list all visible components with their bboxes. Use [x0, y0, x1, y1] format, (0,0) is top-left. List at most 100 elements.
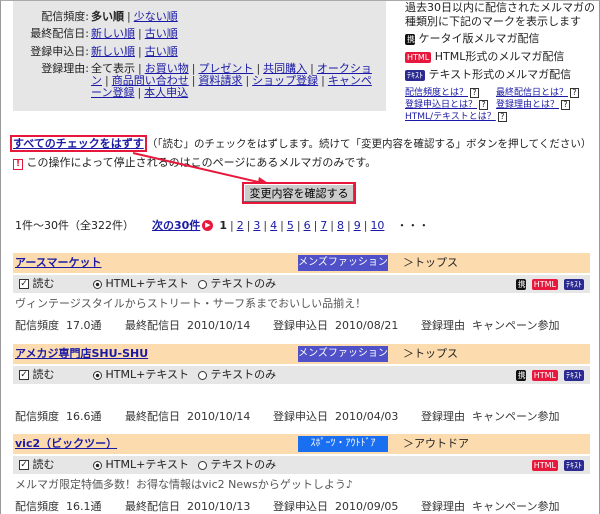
meta-label: 登録理由 — [421, 410, 465, 423]
read-label: 読む — [32, 458, 55, 471]
radio-icon[interactable] — [198, 370, 207, 380]
help-icon[interactable]: ? — [561, 100, 571, 110]
filter-label: 最終配信日: — [30, 27, 89, 40]
mobile-badge-icon: 携 — [515, 369, 526, 381]
meta-label: 登録申込日 — [273, 319, 328, 332]
mobile-badge-icon: 携 — [515, 278, 526, 290]
page-link[interactable]: 6 — [304, 219, 311, 232]
checkbox-checked-icon[interactable]: ✓ — [19, 460, 29, 470]
legend-text: テキスト形式のメルマガ配信 — [428, 68, 572, 81]
radio-selected-icon[interactable] — [93, 460, 102, 470]
category-badge[interactable]: メンズファッション — [298, 346, 388, 362]
mailmag-meta: 配信頻度 17.0通 最終配信日 2010/10/14 登録申込日 2010/0… — [15, 317, 559, 333]
radio-icon[interactable] — [198, 279, 207, 289]
help-icon[interactable]: ? — [479, 100, 489, 110]
mobile-badge-icon: 携 — [405, 33, 415, 45]
more-pages: ・・・ — [396, 219, 430, 232]
help-reason-link[interactable]: 登録理由とは？ — [496, 100, 559, 110]
radio-label: HTML+テキスト — [105, 368, 190, 381]
filter-label: 登録申込日: — [30, 45, 89, 58]
meta-label: 登録申込日 — [273, 500, 328, 513]
mailmag-options: ✓ 読む HTML+テキスト テキストのみ 携 HTML ﾃｷｽﾄ — [13, 275, 590, 293]
mailmag-name-link[interactable]: アースマーケット — [15, 256, 101, 269]
sort-newest-link[interactable]: 新しい順 — [91, 27, 135, 40]
sort-oldest-link[interactable]: 古い順 — [145, 45, 178, 58]
mailmag-meta: 配信頻度 16.6通 最終配信日 2010/10/14 登録申込日 2010/0… — [15, 408, 559, 424]
html-badge-icon: HTML — [531, 459, 558, 471]
sort-oldest-link[interactable]: 古い順 — [145, 27, 178, 40]
radio-text-only[interactable]: テキストのみ — [198, 456, 276, 474]
meta-label: 最終配信日 — [125, 319, 180, 332]
result-range: 1件～30件（全322件） — [15, 219, 134, 232]
current-sort: 多い順 — [91, 10, 124, 23]
uncheck-row: すべてのチェックをはずす （「読む」のチェックをはずします。続けて「変更内容を確認… — [10, 135, 592, 152]
last-date: 2010/10/14 — [187, 319, 251, 332]
category-badge[interactable]: メンズファッション — [298, 255, 388, 271]
last-date: 2010/10/14 — [187, 410, 251, 423]
text-badge-icon: ﾃｷｽﾄ — [564, 459, 584, 471]
mailmag-options: ✓ 読む HTML+テキスト テキストのみ 携 HTML ﾃｷｽﾄ — [13, 366, 590, 384]
sort-newest-link[interactable]: 新しい順 — [91, 45, 135, 58]
reason-filter-link[interactable]: 本人申込 — [144, 86, 188, 99]
category-badge[interactable]: ｽﾎﾟｰﾂ・ｱｳﾄﾄﾞｱ — [298, 436, 388, 452]
uncheck-desc: （「読む」のチェックをはずします。続けて「変更内容を確認する」ボタンを押してくだ… — [146, 138, 592, 150]
radio-icon[interactable] — [198, 460, 207, 470]
next-arrow-icon[interactable]: ▶ — [202, 219, 214, 231]
filter-reg: 登録申込日: 新しい順 | 古い順 — [13, 44, 369, 59]
mailmag-header: アメカジ専門店SHU-SHU メンズファッション ＞トップス — [13, 344, 590, 364]
reg-date: 2010/09/05 — [335, 500, 399, 513]
html-badge-icon: HTML — [405, 51, 432, 63]
sort-fewer-link[interactable]: 少ない順 — [134, 10, 178, 23]
filter-last: 最終配信日: 新しい順 | 古い順 — [13, 26, 369, 41]
radio-label: テキストのみ — [210, 458, 277, 471]
subcategory: ＞トップス — [403, 347, 458, 360]
mailmag-header: vic2（ビックツー） ｽﾎﾟｰﾂ・ｱｳﾄﾄﾞｱ ＞アウトドア — [13, 434, 590, 454]
pager: 1件～30件（全322件） 次の30件 ▶ 1 | 2 | 3 | 4 | 5 | 6 | 7 | 8 | 9… — [15, 217, 430, 233]
page-link[interactable]: 5 — [287, 219, 294, 232]
mailmag-name-link[interactable]: vic2（ビックツー） — [15, 437, 117, 450]
text-badge-icon: ﾃｷｽﾄ — [564, 278, 584, 290]
page-link[interactable]: 2 — [237, 219, 244, 232]
help-last-link[interactable]: 最終配信日とは？ — [496, 88, 568, 98]
help-freq-link[interactable]: 配信頻度とは？ — [405, 88, 468, 98]
read-checkbox[interactable]: ✓ 読む — [19, 275, 55, 293]
meta-label: 登録理由 — [421, 500, 465, 513]
read-checkbox[interactable]: ✓ 読む — [19, 366, 55, 384]
page-link[interactable]: 7 — [320, 219, 327, 232]
radio-text-only[interactable]: テキストのみ — [198, 275, 276, 293]
meta-label: 配信頻度 — [15, 500, 59, 513]
checkbox-checked-icon[interactable]: ✓ — [19, 279, 29, 289]
html-badge-icon: HTML — [531, 369, 558, 381]
read-checkbox[interactable]: ✓ 読む — [19, 456, 55, 474]
reason-filter-link[interactable]: ショップ登録 — [252, 74, 318, 87]
page-link[interactable]: 10 — [370, 219, 384, 232]
text-badge-icon: ﾃｷｽﾄ — [564, 369, 584, 381]
radio-label: HTML+テキスト — [105, 458, 190, 471]
radio-selected-icon[interactable] — [93, 370, 102, 380]
help-icon[interactable]: ? — [570, 88, 580, 98]
help-icon[interactable]: ? — [470, 88, 480, 98]
help-format-link[interactable]: HTML/テキストとは？ — [405, 112, 496, 122]
radio-label: HTML+テキスト — [105, 277, 190, 290]
checkbox-checked-icon[interactable]: ✓ — [19, 370, 29, 380]
legend-mobile: ケータイ版メルマガ配信 — [418, 32, 540, 45]
radio-selected-icon[interactable] — [93, 279, 102, 289]
reason-filter-link[interactable]: 資料請求 — [198, 74, 242, 87]
radio-html-text[interactable]: HTML+テキスト — [93, 366, 189, 384]
uncheck-all-link[interactable]: すべてのチェックをはずす — [10, 135, 147, 152]
radio-html-text[interactable]: HTML+テキスト — [93, 456, 189, 474]
page-link[interactable]: 9 — [354, 219, 361, 232]
radio-html-text[interactable]: HTML+テキスト — [93, 275, 189, 293]
reason-value: キャンペーン参加 — [472, 319, 560, 332]
page-link[interactable]: 4 — [270, 219, 277, 232]
help-reg-link[interactable]: 登録申込日とは？ — [405, 100, 477, 110]
confirm-changes-button[interactable]: 変更内容を確認する — [242, 182, 356, 204]
mailmag-name-link[interactable]: アメカジ専門店SHU-SHU — [15, 347, 148, 360]
radio-text-only[interactable]: テキストのみ — [198, 366, 276, 384]
page-link[interactable]: 8 — [337, 219, 344, 232]
page-link[interactable]: 3 — [253, 219, 260, 232]
help-icon[interactable]: ? — [497, 112, 507, 122]
next-page-link[interactable]: 次の30件 — [152, 217, 200, 233]
meta-label: 最終配信日 — [125, 500, 180, 513]
freq-value: 17.0通 — [66, 319, 102, 332]
